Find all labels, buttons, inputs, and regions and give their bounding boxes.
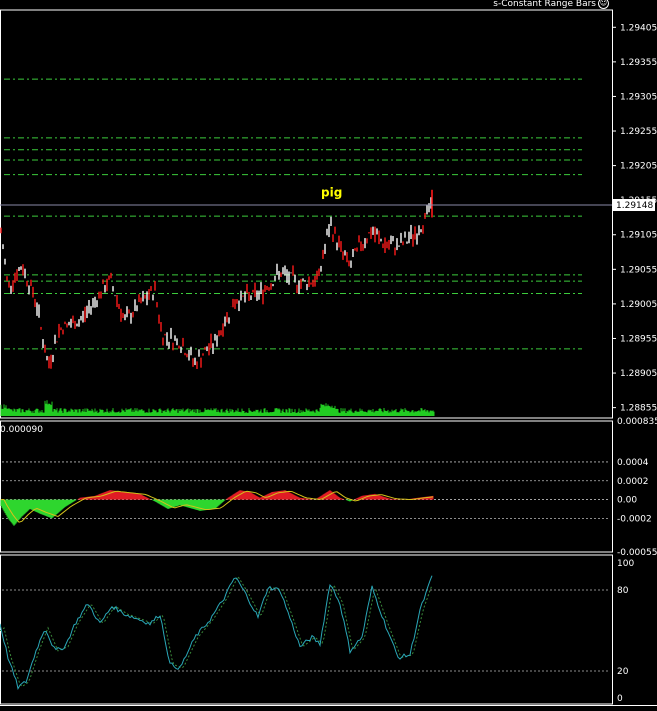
macd-scale-label: -0.000557 (617, 548, 657, 558)
oscillator-line (0, 575, 610, 690)
osc-scale-label: 100 (617, 559, 634, 569)
osc-panel-frame (0, 554, 613, 705)
price-tick-label: 1.29355 (620, 58, 657, 68)
smiley-icon: ☺ (598, 0, 609, 9)
osc-scale-label: 80 (617, 586, 629, 596)
price-tick-label: 1.29205 (620, 162, 657, 172)
pig-annotation: pig (321, 186, 342, 200)
macd-scale-label: 0.00 (617, 496, 637, 506)
price-scale: 1.29405 1.29355 1.29305 1.29255 1.29205 1.291… (0, 23, 657, 704)
chart-canvas[interactable]: pig 1.294051.293551.293051.292551.292051… (0, 0, 657, 707)
panel-frames (0, 9, 657, 706)
macd-scale-label: 0.0004 (617, 458, 649, 468)
osc-scale-label: 0 (617, 694, 623, 704)
current-price-label: 1.29148 (616, 201, 653, 211)
indicator-title: s-Constant Range Bars ☺ (493, 0, 609, 9)
price-tick-label: 1.29405 (620, 23, 657, 33)
macd-scale-label: -0.0002 (617, 514, 652, 524)
price-tick-label: 1.29105 (620, 231, 657, 241)
macd-histogram (0, 461, 610, 526)
osc-signal-line (0, 575, 433, 688)
price-bars: pig (0, 186, 612, 369)
macd-scale-label: 0.000835 (617, 417, 657, 427)
price-tick-label: 1.28855 (620, 404, 657, 414)
price-tick-label: 1.29005 (620, 300, 657, 310)
macd-scale-label: 0.0002 (617, 477, 649, 487)
price-tick-label: 1.29305 (620, 92, 657, 102)
price-tick-label: 1.29255 (620, 127, 657, 137)
macd-value-label: 0.000090 (0, 425, 43, 435)
osc-scale-label: 20 (617, 667, 629, 677)
trading-chart[interactable]: pig 1.29405 1.29355 1.29305 1.29255 1.29205 1… (0, 0, 657, 707)
price-tick-label: 1.28905 (620, 369, 657, 379)
indicator-title-text: s-Constant Range Bars (493, 0, 596, 9)
macd-panel-frame (0, 420, 613, 553)
main-panel-frame (0, 9, 613, 419)
price-tick-label: 1.28955 (620, 334, 657, 344)
price-tick-label: 1.29055 (620, 265, 657, 275)
volume-histogram (0, 400, 435, 416)
osc-main-line (0, 575, 433, 690)
